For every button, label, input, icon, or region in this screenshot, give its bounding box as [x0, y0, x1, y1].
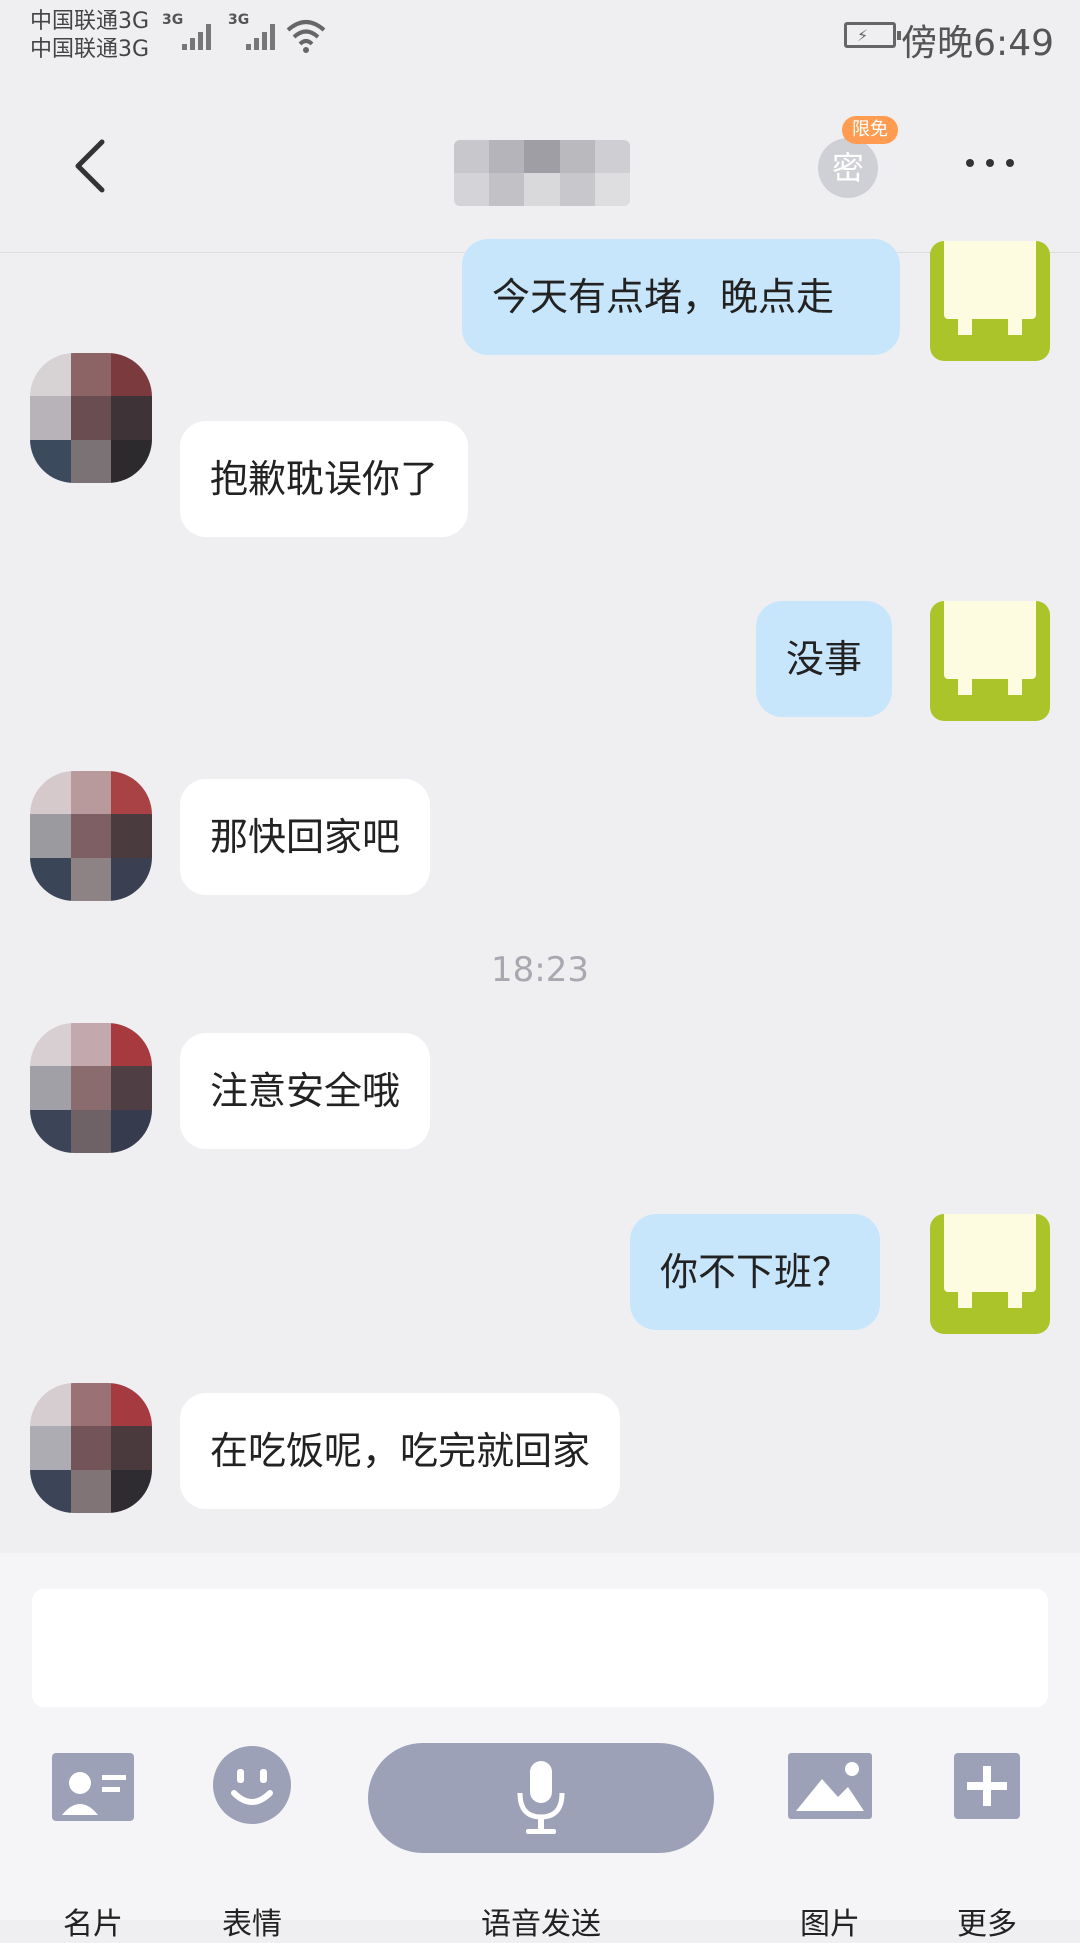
incoming-message-bubble[interactable]: 在吃饭呢，吃完就回家	[180, 1393, 621, 1509]
outgoing-message-bubble[interactable]: 你不下班？	[630, 1214, 881, 1330]
outgoing-message-bubble[interactable]: 今天有点堵，晚点走	[462, 239, 900, 355]
microphone-icon	[517, 1761, 565, 1834]
message-timestamp: 18:23	[491, 950, 589, 990]
contact-avatar[interactable]	[30, 353, 152, 483]
chevron-left-icon[interactable]	[70, 136, 110, 196]
voice-send-label: 语音发送	[481, 1907, 601, 1942]
own-avatar[interactable]	[930, 601, 1050, 721]
contact-card-icon[interactable]	[52, 1753, 134, 1821]
contact-avatar[interactable]	[30, 771, 152, 901]
free-badge: 限免	[842, 116, 898, 144]
incoming-message-bubble[interactable]: 那快回家吧	[180, 779, 431, 895]
more-label: 更多	[957, 1907, 1017, 1942]
card-label: 名片	[63, 1907, 123, 1942]
outgoing-message-bubble[interactable]: 没事	[756, 601, 893, 717]
signal-icon	[178, 18, 218, 50]
secret-chat-button[interactable]: 密	[818, 138, 878, 198]
signal-icon-2	[242, 18, 282, 50]
status-bar: 中国联通3G 中国联通3G 3G 3G ⚡ 傍晚6:49	[0, 0, 1080, 80]
chat-header: 密 限免	[0, 80, 1080, 253]
status-time: 傍晚6:49	[901, 23, 1054, 64]
own-avatar[interactable]	[930, 1214, 1050, 1334]
message-input[interactable]	[32, 1589, 1048, 1707]
image-icon[interactable]	[788, 1753, 872, 1819]
carrier-2: 中国联通3G	[30, 37, 150, 62]
voice-send-button[interactable]	[368, 1743, 714, 1853]
incoming-message-bubble[interactable]: 抱歉耽误你了	[180, 421, 469, 537]
contact-name-redacted	[454, 140, 630, 206]
contact-avatar[interactable]	[30, 1383, 152, 1513]
more-dots-icon[interactable]	[966, 148, 1016, 178]
battery-icon: ⚡	[844, 22, 901, 48]
compose-area: 名片 表情 语音发送 图片 更多	[0, 1553, 1080, 1942]
image-label: 图片	[800, 1907, 860, 1942]
emoji-label: 表情	[222, 1907, 282, 1942]
emoji-icon[interactable]	[212, 1745, 292, 1825]
incoming-message-bubble[interactable]: 注意安全哦	[180, 1033, 431, 1149]
message-list[interactable]: 今天有点堵，晚点走 抱歉耽误你了 没事 那快回家吧 18:23 注意安全哦 你不…	[0, 239, 1080, 1553]
carrier-info: 中国联通3G 中国联通3G	[30, 8, 149, 64]
carrier-1: 中国联通3G	[30, 9, 150, 34]
wifi-icon	[286, 20, 326, 53]
plus-icon[interactable]	[954, 1753, 1020, 1819]
contact-avatar[interactable]	[30, 1023, 152, 1153]
own-avatar[interactable]	[930, 241, 1050, 361]
